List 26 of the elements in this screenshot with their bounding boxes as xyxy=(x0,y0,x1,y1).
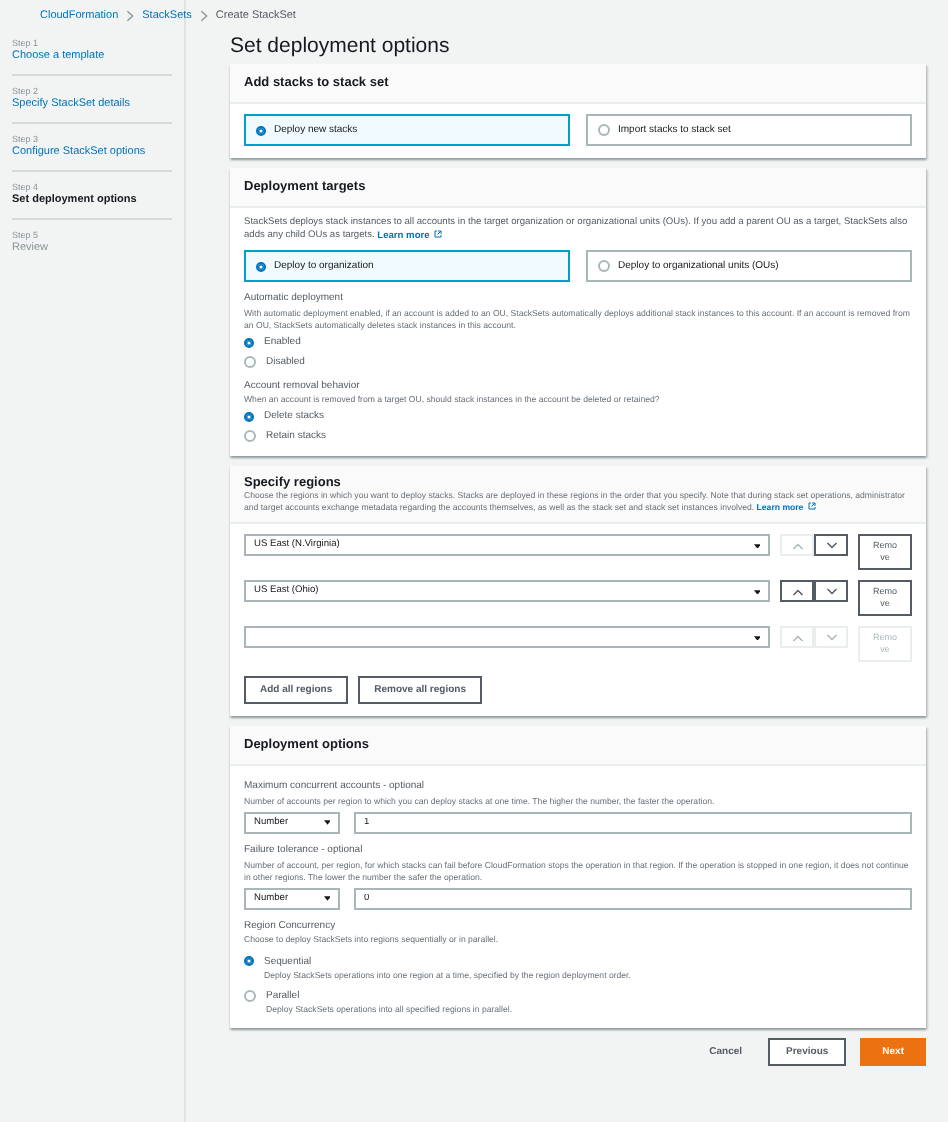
chevron-up-icon xyxy=(791,633,803,642)
dropdown-caret-icon xyxy=(323,820,330,826)
dropdown-caret-icon xyxy=(753,589,760,595)
chevron-up-icon xyxy=(791,587,803,596)
radio-button[interactable] xyxy=(244,411,254,422)
radio-button[interactable] xyxy=(244,990,256,1003)
chevron-down-icon xyxy=(825,633,837,642)
external-link-icon xyxy=(433,230,442,239)
dropdown-caret-icon xyxy=(753,635,760,641)
move-up-button[interactable] xyxy=(780,580,814,603)
external-link-icon xyxy=(807,502,816,511)
chevron-icon xyxy=(126,9,135,21)
radio-button[interactable] xyxy=(244,337,254,348)
radio-button[interactable] xyxy=(244,355,256,368)
chevron-icon xyxy=(199,9,208,21)
dropdown-caret-icon xyxy=(753,543,760,549)
page-title: Set deployment options xyxy=(230,34,452,58)
region-select[interactable] xyxy=(244,626,770,649)
radio-button[interactable] xyxy=(244,956,254,967)
dropdown-caret-icon xyxy=(323,896,330,902)
move-down-button[interactable] xyxy=(814,580,848,603)
chevron-down-icon xyxy=(825,541,837,550)
move-down-button[interactable] xyxy=(814,534,848,557)
chevron-down-icon xyxy=(825,587,837,596)
chevron-up-icon xyxy=(791,541,803,550)
radio-button[interactable] xyxy=(244,429,256,442)
